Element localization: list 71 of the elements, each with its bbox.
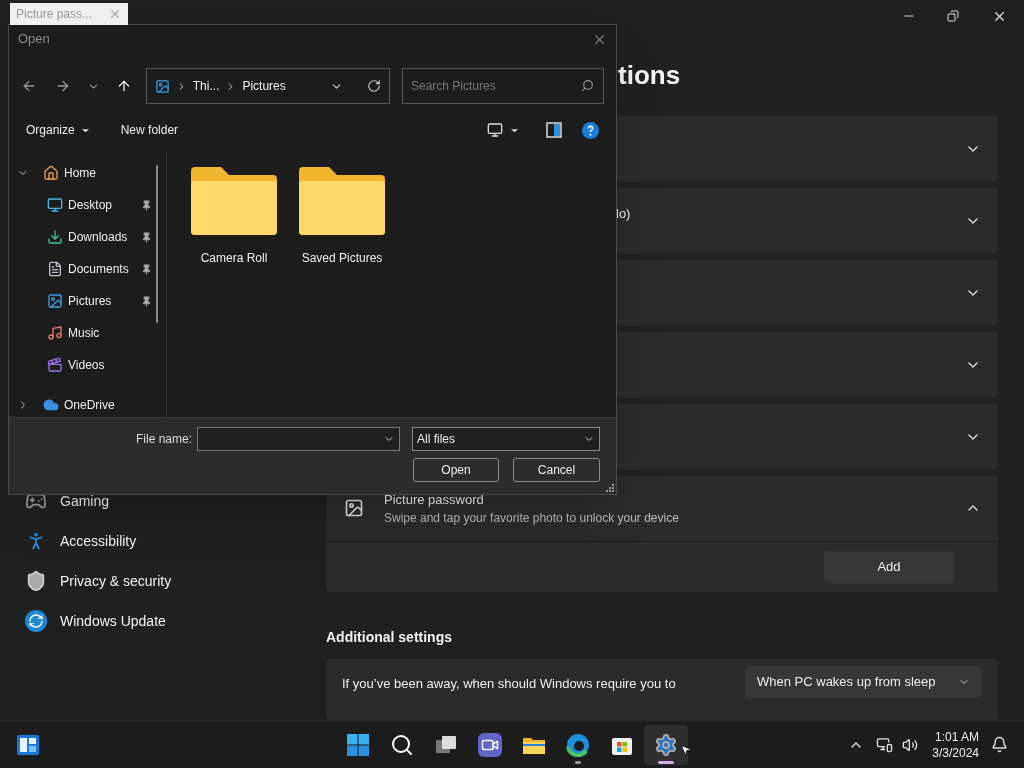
- breadcrumb-item[interactable]: Thi...: [192, 77, 220, 95]
- back-icon[interactable]: [21, 78, 37, 94]
- network-icon[interactable]: [876, 736, 894, 753]
- breadcrumb-item[interactable]: Pictures: [242, 77, 286, 95]
- running-indicator: [575, 760, 581, 764]
- picture-icon: [154, 78, 170, 94]
- running-indicator: [658, 760, 674, 764]
- folder-icon: [299, 167, 385, 235]
- view-icon[interactable]: [487, 122, 503, 138]
- help-icon[interactable]: [582, 121, 599, 139]
- home-icon: [43, 165, 59, 181]
- section-heading: Additional settings: [326, 627, 453, 647]
- shield-icon: [25, 570, 47, 592]
- clock-time[interactable]: 1:01 AM: [934, 728, 979, 745]
- scrollbar[interactable]: [156, 165, 158, 323]
- nav-item[interactable]: Videos: [68, 356, 105, 374]
- update-icon: [25, 610, 47, 632]
- sidebar-item[interactable]: Gaming: [60, 490, 110, 512]
- dialog-title: Open: [18, 30, 50, 49]
- file-name-label: File name:: [135, 431, 192, 448]
- sidebar-item[interactable]: Privacy & security: [60, 570, 172, 592]
- restore-icon[interactable]: [947, 10, 959, 22]
- setting-question: If you’ve been away, when should Windows require you to: [342, 674, 676, 693]
- volume-icon[interactable]: [902, 736, 919, 753]
- preview-pane-icon[interactable]: [546, 122, 562, 138]
- document-icon: [47, 261, 63, 277]
- file-type-dropdown[interactable]: All files: [412, 427, 600, 451]
- cloud-icon: [43, 397, 59, 413]
- nav-item[interactable]: Documents: [68, 260, 129, 278]
- widgets-icon[interactable]: [16, 732, 40, 757]
- add-button[interactable]: Add: [824, 550, 954, 583]
- wake-dropdown[interactable]: When PC wakes up from sleep: [745, 665, 982, 698]
- taskbar-button[interactable]: [644, 724, 688, 765]
- nav-item[interactable]: Music: [68, 324, 100, 342]
- windows-logo-icon: [346, 732, 370, 757]
- download-icon: [47, 229, 63, 245]
- card-description: Swipe and tap your favorite photo to unlock your device: [384, 510, 679, 527]
- dialog-button[interactable]: Cancel: [513, 458, 600, 482]
- card-title: lo): [616, 205, 631, 223]
- resize-grip-icon[interactable]: [606, 484, 614, 492]
- organize-button[interactable]: Organize: [26, 121, 91, 139]
- desktop-icon: [47, 197, 63, 213]
- edge-icon: [566, 732, 590, 757]
- sidebar-item[interactable]: Accessibility: [60, 530, 137, 552]
- video-icon: [47, 357, 63, 373]
- video-chat-icon: [478, 732, 502, 757]
- close-icon: [108, 7, 122, 21]
- nav-item[interactable]: Pictures: [68, 292, 112, 310]
- nav-item[interactable]: Home: [64, 164, 96, 182]
- address-bar[interactable]: Thi... Pictures: [145, 68, 390, 104]
- nav-item[interactable]: OneDrive: [64, 396, 115, 414]
- search-icon: [581, 79, 594, 92]
- file-name-field[interactable]: [197, 427, 400, 451]
- picture-icon: [344, 498, 364, 519]
- page-heading: tions: [618, 59, 681, 92]
- notification-icon[interactable]: [991, 736, 1008, 753]
- new-folder-button[interactable]: New folder: [120, 121, 179, 139]
- sidebar-item[interactable]: Windows Update: [60, 610, 166, 632]
- clock-date[interactable]: 3/3/2024: [932, 744, 979, 761]
- picture-icon: [47, 293, 63, 309]
- nav-item[interactable]: Desktop: [68, 196, 113, 214]
- folder-icon: [191, 167, 277, 235]
- music-icon: [47, 325, 63, 341]
- card-title: Picture password: [384, 490, 485, 509]
- settings-icon: [654, 732, 678, 757]
- search-icon: [390, 732, 414, 757]
- refresh-icon[interactable]: [367, 79, 381, 93]
- dialog-button[interactable]: Open: [413, 458, 499, 482]
- search-field[interactable]: Search Pictures: [402, 68, 604, 104]
- nav-item[interactable]: Downloads: [68, 228, 128, 246]
- folder-name[interactable]: Camera Roll: [200, 249, 268, 267]
